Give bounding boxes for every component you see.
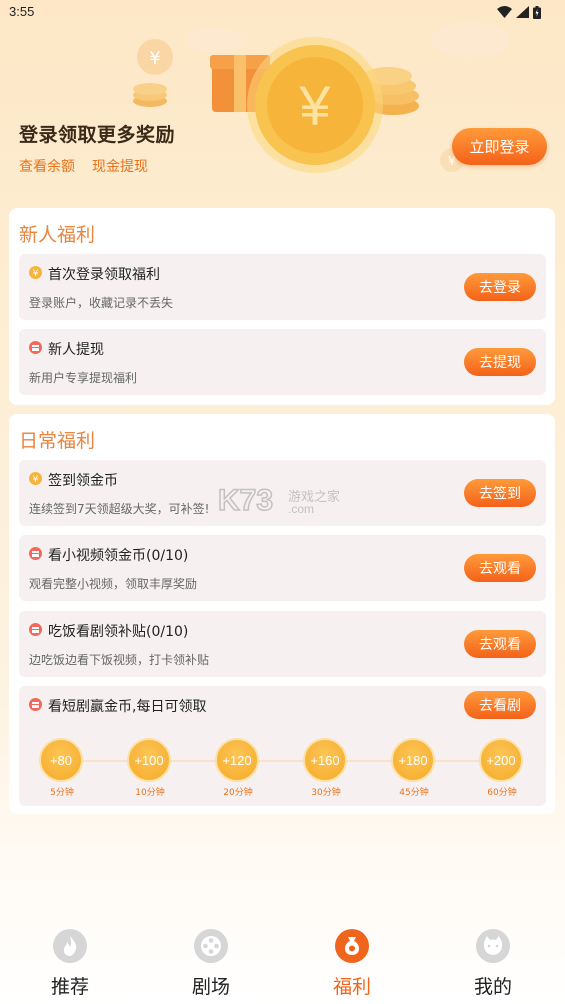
go-drama-button[interactable]: 去看剧 bbox=[464, 691, 536, 719]
gift-icon bbox=[29, 698, 42, 711]
task-new-withdraw: 新人提现 新用户专享提现福利 去提现 bbox=[19, 329, 546, 395]
task-title: 签到领金币 bbox=[48, 473, 118, 489]
section-title: 日常福利 bbox=[19, 430, 96, 452]
reward-step: +120 20分钟 bbox=[215, 738, 261, 798]
banner-illustration: ¥ ¥ ¥ bbox=[133, 22, 510, 173]
svg-text:¥: ¥ bbox=[149, 48, 160, 69]
section-title: 新人福利 bbox=[19, 224, 96, 246]
go-withdraw-button[interactable]: 去提现 bbox=[464, 348, 536, 376]
view-balance-link[interactable]: 查看余额 bbox=[19, 156, 75, 176]
reward-coin: +200 bbox=[479, 738, 523, 782]
film-reel-icon bbox=[194, 929, 228, 963]
face-icon bbox=[476, 929, 510, 963]
task-title: 首次登录领取福利 bbox=[48, 267, 160, 283]
task-first-login: ¥ 首次登录领取福利 登录账户，收藏记录不丢失 去登录 bbox=[19, 254, 546, 320]
status-bar: 3:55 bbox=[0, 0, 565, 26]
nav-label: 我的 bbox=[473, 976, 512, 998]
battery-icon bbox=[533, 5, 541, 19]
nav-tab-recommend[interactable]: 推荐 bbox=[30, 928, 110, 999]
watermark-domain: .com bbox=[288, 502, 315, 516]
nav-label: 剧场 bbox=[191, 976, 230, 998]
nav-tab-welfare[interactable]: 福利 bbox=[312, 928, 392, 999]
reward-time: 5分钟 bbox=[50, 788, 74, 798]
nav-label: 福利 bbox=[332, 976, 371, 998]
task-title: 吃饭看剧领补贴(0/10) bbox=[48, 624, 189, 640]
reward-coin: +100 bbox=[127, 738, 171, 782]
coin-icon: ¥ bbox=[29, 472, 42, 485]
task-desc: 连续签到7天领超级大奖，可补签! bbox=[29, 502, 210, 516]
k73-watermark: K73 游戏之家 .com bbox=[217, 482, 348, 522]
reward-time: 10分钟 bbox=[135, 788, 165, 798]
task-desc: 登录账户，收藏记录不丢失 bbox=[29, 296, 174, 310]
go-checkin-button[interactable]: 去签到 bbox=[464, 479, 536, 507]
nav-tab-mine[interactable]: 我的 bbox=[453, 928, 533, 999]
reward-step: +80 5分钟 bbox=[39, 738, 85, 798]
gift-icon bbox=[29, 341, 42, 354]
banner-title: 登录领取更多奖励 bbox=[19, 124, 176, 146]
svg-text:¥: ¥ bbox=[33, 269, 39, 279]
gift-icon bbox=[29, 547, 42, 560]
reward-step: +200 60分钟 bbox=[479, 738, 525, 798]
status-time: 3:55 bbox=[9, 4, 35, 19]
reward-coin: +80 bbox=[39, 738, 83, 782]
reward-time: 45分钟 bbox=[399, 788, 429, 798]
reward-coin: +160 bbox=[303, 738, 347, 782]
reward-time: 20分钟 bbox=[223, 788, 253, 798]
task-title: 看短剧赢金币,每日可领取 bbox=[48, 699, 207, 715]
daily-welfare-card: 日常福利 ¥ 签到领金币 连续签到7天领超级大奖，可补签! 去签到 看小视频领金… bbox=[9, 414, 555, 814]
go-login-button[interactable]: 去登录 bbox=[464, 273, 536, 301]
cash-withdraw-link[interactable]: 现金提现 bbox=[92, 156, 148, 176]
reward-step: +100 10分钟 bbox=[127, 738, 173, 798]
new-user-welfare-card: 新人福利 ¥ 首次登录领取福利 登录账户，收藏记录不丢失 去登录 新人提现 新用… bbox=[9, 208, 555, 405]
go-watch-button[interactable]: 去观看 bbox=[464, 554, 536, 582]
login-now-button[interactable]: 立即登录 bbox=[452, 128, 547, 165]
coin-icon: ¥ bbox=[29, 266, 42, 279]
reward-steps: +80 5分钟 +100 10分钟 +120 20分钟 +160 30分钟 +1… bbox=[39, 738, 529, 798]
gift-icon bbox=[29, 623, 42, 636]
task-title: 看小视频领金币(0/10) bbox=[48, 548, 189, 564]
reward-coin: +180 bbox=[391, 738, 435, 782]
reward-time: 30分钟 bbox=[311, 788, 341, 798]
svg-text:¥: ¥ bbox=[298, 74, 331, 137]
task-meal-subsidy: 吃饭看剧领补贴(0/10) 边吃饭边看下饭视频，打卡领补贴 去观看 bbox=[19, 611, 546, 677]
wifi-icon bbox=[497, 6, 512, 18]
task-title: 新人提现 bbox=[48, 342, 104, 358]
bottom-nav: 推荐 剧场 福利 我的 bbox=[0, 920, 565, 1004]
task-desc: 新用户专享提现福利 bbox=[29, 371, 138, 385]
nav-label: 推荐 bbox=[50, 976, 89, 998]
money-bag-icon bbox=[335, 929, 369, 963]
k73-logo: K73 bbox=[217, 483, 274, 518]
nav-tab-theater[interactable]: 剧场 bbox=[171, 928, 251, 999]
go-watch-button[interactable]: 去观看 bbox=[464, 630, 536, 658]
task-short-video: 看小视频领金币(0/10) 观看完整小视频，领取丰厚奖励 去观看 bbox=[19, 535, 546, 601]
task-desc: 观看完整小视频，领取丰厚奖励 bbox=[29, 577, 198, 591]
task-drama-coins: 看短剧赢金币,每日可领取 去看剧 +80 5分钟 +100 10分钟 +120 … bbox=[19, 686, 546, 806]
task-desc: 边吃饭边看下饭视频，打卡领补贴 bbox=[29, 653, 210, 667]
svg-text:K73: K73 bbox=[218, 484, 273, 516]
status-icons bbox=[497, 4, 541, 20]
reward-time: 60分钟 bbox=[487, 788, 517, 798]
svg-text:¥: ¥ bbox=[33, 475, 39, 485]
signal-icon bbox=[516, 6, 529, 18]
reward-step: +160 30分钟 bbox=[303, 738, 349, 798]
flame-icon bbox=[53, 929, 87, 963]
reward-coin: +120 bbox=[215, 738, 259, 782]
reward-step: +180 45分钟 bbox=[391, 738, 437, 798]
